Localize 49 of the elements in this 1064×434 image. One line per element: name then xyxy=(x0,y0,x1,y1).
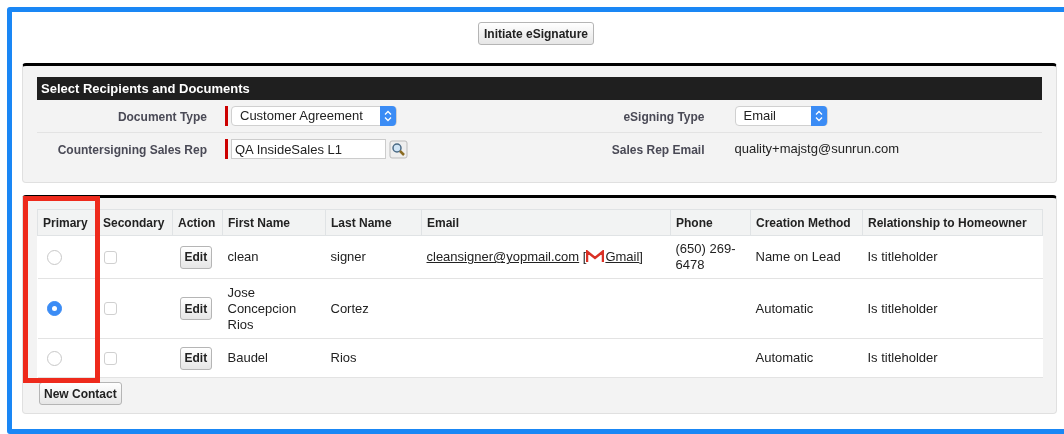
column-header: Last Name xyxy=(325,209,422,236)
secondary-checkbox[interactable] xyxy=(103,250,117,264)
bracket-text: [ xyxy=(582,249,587,265)
table-cell: Cortez xyxy=(325,278,422,339)
column-header: Primary xyxy=(37,209,98,236)
column-header: First Name xyxy=(222,209,326,236)
table-cell: (650) 269-6478 xyxy=(670,235,751,279)
search-icon[interactable] xyxy=(389,139,408,159)
section-header: Select Recipients and Documents xyxy=(37,77,1042,100)
field-label: eSigning Type xyxy=(622,109,705,126)
table-cell: Automatic xyxy=(750,278,863,339)
initiate-esignature-button[interactable]: Initiate eSignature xyxy=(478,22,594,45)
table-cell: Baudel xyxy=(222,338,326,378)
column-header: Email xyxy=(421,209,671,236)
primary-radio[interactable] xyxy=(46,301,62,316)
table-cell: clean xyxy=(222,235,326,279)
field-label: Countersigning Sales Rep xyxy=(56,142,207,159)
column-header: Secondary xyxy=(97,209,173,236)
secondary-checkbox[interactable] xyxy=(103,351,117,365)
stepper-icon xyxy=(384,110,392,122)
table-cell: Is titleholder xyxy=(862,278,1043,339)
table-cell: Rios xyxy=(325,338,422,378)
table-cell: signer xyxy=(325,235,422,279)
edit-button[interactable]: Edit xyxy=(179,245,213,269)
edit-button[interactable]: Edit xyxy=(179,346,213,370)
select-field[interactable]: Email xyxy=(734,106,828,126)
table-cell: Is titleholder xyxy=(862,235,1043,279)
column-header: Relationship to Homeowner xyxy=(862,209,1043,236)
primary-radio[interactable] xyxy=(46,350,62,366)
bracket-text: ] xyxy=(639,249,643,265)
stepper-icon xyxy=(814,110,823,122)
lookup-input[interactable]: QA InsideSales L1 xyxy=(231,139,386,159)
table-cell: Jose Concepcion Rios xyxy=(222,278,326,339)
column-header: Phone xyxy=(670,209,751,236)
table-cell: Automatic xyxy=(750,338,863,378)
field-label: Document Type xyxy=(116,109,207,126)
gmail-icon[interactable] xyxy=(586,250,605,264)
primary-radio[interactable] xyxy=(46,249,62,265)
secondary-checkbox[interactable] xyxy=(103,302,117,315)
new-contact-button[interactable]: New Contact xyxy=(39,382,122,405)
field-value: quality+majstg@sunrun.com xyxy=(734,140,900,158)
email-link[interactable]: cleansigner@yopmail.com xyxy=(426,249,580,265)
column-header: Creation Method xyxy=(750,209,863,236)
field-label: Sales Rep Email xyxy=(610,142,705,159)
table-cell: Name on Lead xyxy=(750,235,863,279)
select-field[interactable]: Customer Agreement xyxy=(231,106,397,126)
column-header: Action xyxy=(172,209,223,236)
table-cell: Is titleholder xyxy=(862,338,1043,378)
edit-button[interactable]: Edit xyxy=(179,297,213,320)
